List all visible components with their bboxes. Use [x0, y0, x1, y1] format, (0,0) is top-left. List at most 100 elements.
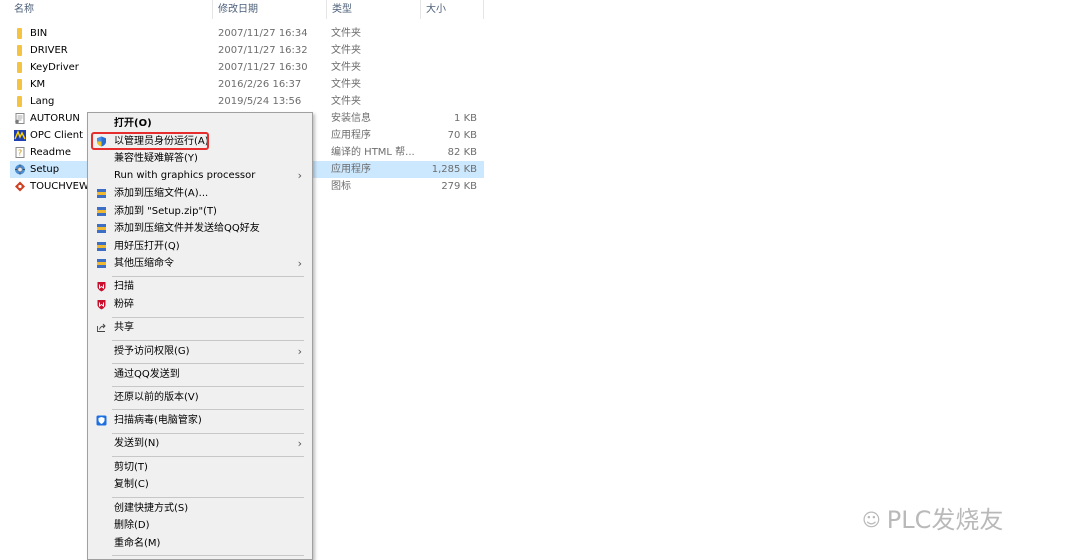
setup-info-icon	[15, 113, 25, 124]
column-divider[interactable]	[326, 0, 327, 19]
menu-item-label: 通过QQ发送到	[114, 369, 180, 380]
file-row[interactable]: DRIVER 2007/11/27 16:32 文件夹	[10, 42, 484, 59]
folder-icon	[17, 62, 22, 73]
file-type: 安装信息	[331, 113, 371, 124]
tencent-guard-icon	[96, 415, 107, 426]
menu-separator	[112, 363, 304, 364]
menu-item-label: 发送到(N)	[114, 438, 160, 449]
menu-item-label: 粉碎	[114, 299, 134, 310]
file-name: Readme	[30, 147, 72, 158]
file-type: 文件夹	[331, 45, 361, 56]
folder-icon	[17, 28, 22, 39]
menu-item-restore[interactable]: 还原以前的版本(V)	[90, 389, 310, 406]
menu-item-label: 添加到 "Setup.zip"(T)	[114, 206, 217, 217]
menu-item-send-to[interactable]: 发送到(N) ›	[90, 435, 310, 452]
menu-separator	[112, 433, 304, 434]
context-menu: 打开(O) 以管理员身份运行(A) 兼容性疑难解答(Y) Run with gr…	[87, 112, 313, 560]
menu-item-label: 共享	[114, 322, 134, 333]
menu-item-copy[interactable]: 复制(C)	[90, 476, 310, 493]
menu-item-label: 授予访问权限(G)	[114, 346, 190, 357]
menu-item-create-shortcut[interactable]: 创建快捷方式(S)	[90, 500, 310, 517]
file-row[interactable]: BIN 2007/11/27 16:34 文件夹	[10, 25, 484, 42]
file-date: 2007/11/27 16:34	[218, 28, 308, 39]
menu-item-label: 重命名(M)	[114, 538, 161, 549]
menu-item-virus-scan[interactable]: 扫描病毒(电脑管家)	[90, 412, 310, 429]
menu-item-label: 其他压缩命令	[114, 258, 174, 269]
file-type: 文件夹	[331, 96, 361, 107]
sort-up-icon: ^	[107, 0, 115, 6]
submenu-arrow-icon: ›	[297, 257, 302, 270]
menu-item-shred[interactable]: 粉碎	[90, 296, 310, 313]
file-size: 279 KB	[441, 181, 477, 192]
menu-separator	[112, 386, 304, 387]
menu-item-open[interactable]: 打开(O)	[90, 115, 310, 132]
menu-item-add-send-qq[interactable]: 添加到压缩文件并发送给QQ好友	[90, 220, 310, 237]
menu-item-label: 兼容性疑难解答(Y)	[114, 153, 198, 164]
file-name: Lang	[30, 96, 55, 107]
menu-item-share[interactable]: 共享	[90, 319, 310, 336]
file-name: DRIVER	[30, 45, 68, 56]
submenu-arrow-icon: ›	[297, 169, 302, 182]
mcafee-shield-icon	[97, 300, 106, 310]
haozip-icon	[97, 224, 106, 233]
menu-item-label: 创建快捷方式(S)	[114, 503, 189, 514]
file-date: 2019/5/24 13:56	[218, 96, 302, 107]
file-type: 文件夹	[331, 79, 361, 90]
menu-item-cut[interactable]: 剪切(T)	[90, 459, 310, 476]
menu-item-grant-access[interactable]: 授予访问权限(G) ›	[90, 343, 310, 360]
menu-separator	[112, 276, 304, 277]
file-name: TOUCHVEW	[30, 181, 89, 192]
file-size: 70 KB	[447, 130, 477, 141]
column-size[interactable]: 大小	[422, 0, 484, 19]
menu-item-add-archive[interactable]: 添加到压缩文件(A)...	[90, 185, 310, 202]
menu-item-label: 删除(D)	[114, 520, 150, 531]
svg-text:?: ?	[18, 149, 22, 158]
menu-separator	[112, 456, 304, 457]
menu-separator	[112, 409, 304, 410]
file-name: Setup	[30, 164, 60, 175]
menu-item-add-zip[interactable]: 添加到 "Setup.zip"(T)	[90, 203, 310, 220]
file-row[interactable]: Lang 2019/5/24 13:56 文件夹	[10, 93, 484, 110]
file-type: 应用程序	[331, 164, 371, 175]
file-size: 1 KB	[454, 113, 477, 124]
menu-item-delete[interactable]: 删除(D)	[90, 517, 310, 534]
menu-separator	[112, 555, 304, 556]
file-type: 图标	[331, 181, 351, 192]
file-name: BIN	[30, 28, 48, 39]
file-type: 文件夹	[331, 62, 361, 73]
menu-item-gpu[interactable]: Run with graphics processor ›	[90, 167, 310, 184]
file-type: 编译的 HTML 帮...	[331, 147, 415, 158]
folder-icon	[17, 96, 22, 107]
watermark-text: PLC发烧友	[886, 506, 1004, 534]
column-divider[interactable]	[212, 0, 213, 19]
file-type: 应用程序	[331, 130, 371, 141]
file-size: 1,285 KB	[431, 164, 477, 175]
menu-item-send-qq[interactable]: 通过QQ发送到	[90, 366, 310, 383]
menu-item-scan[interactable]: 扫描	[90, 278, 310, 295]
column-divider[interactable]	[483, 0, 484, 19]
menu-separator	[112, 497, 304, 498]
folder-icon	[17, 79, 22, 90]
file-name: KeyDriver	[30, 62, 79, 73]
haozip-icon	[97, 259, 106, 268]
file-date: 2016/2/26 16:37	[218, 79, 302, 90]
menu-item-open-haozip[interactable]: 用好压打开(Q)	[90, 238, 310, 255]
submenu-arrow-icon: ›	[297, 437, 302, 450]
folder-icon	[17, 45, 22, 56]
menu-item-label: 用好压打开(Q)	[114, 241, 180, 252]
menu-item-compat[interactable]: 兼容性疑难解答(Y)	[90, 150, 310, 167]
menu-item-rename[interactable]: 重命名(M)	[90, 535, 310, 552]
menu-item-label: 复制(C)	[114, 479, 149, 490]
setup-app-icon	[15, 164, 25, 175]
column-divider[interactable]	[420, 0, 421, 19]
file-row[interactable]: KM 2016/2/26 16:37 文件夹	[10, 76, 484, 93]
menu-item-other-compress[interactable]: 其他压缩命令 ›	[90, 255, 310, 272]
submenu-arrow-icon: ›	[297, 345, 302, 358]
haozip-icon	[97, 189, 106, 198]
column-header: 名称 ^ 修改日期 类型 大小	[0, 0, 484, 19]
wechat-icon: ☺	[862, 510, 881, 531]
file-row[interactable]: KeyDriver 2007/11/27 16:30 文件夹	[10, 59, 484, 76]
column-type[interactable]: 类型	[328, 0, 420, 19]
column-date[interactable]: 修改日期	[214, 0, 326, 19]
menu-item-label: 剪切(T)	[114, 462, 148, 473]
